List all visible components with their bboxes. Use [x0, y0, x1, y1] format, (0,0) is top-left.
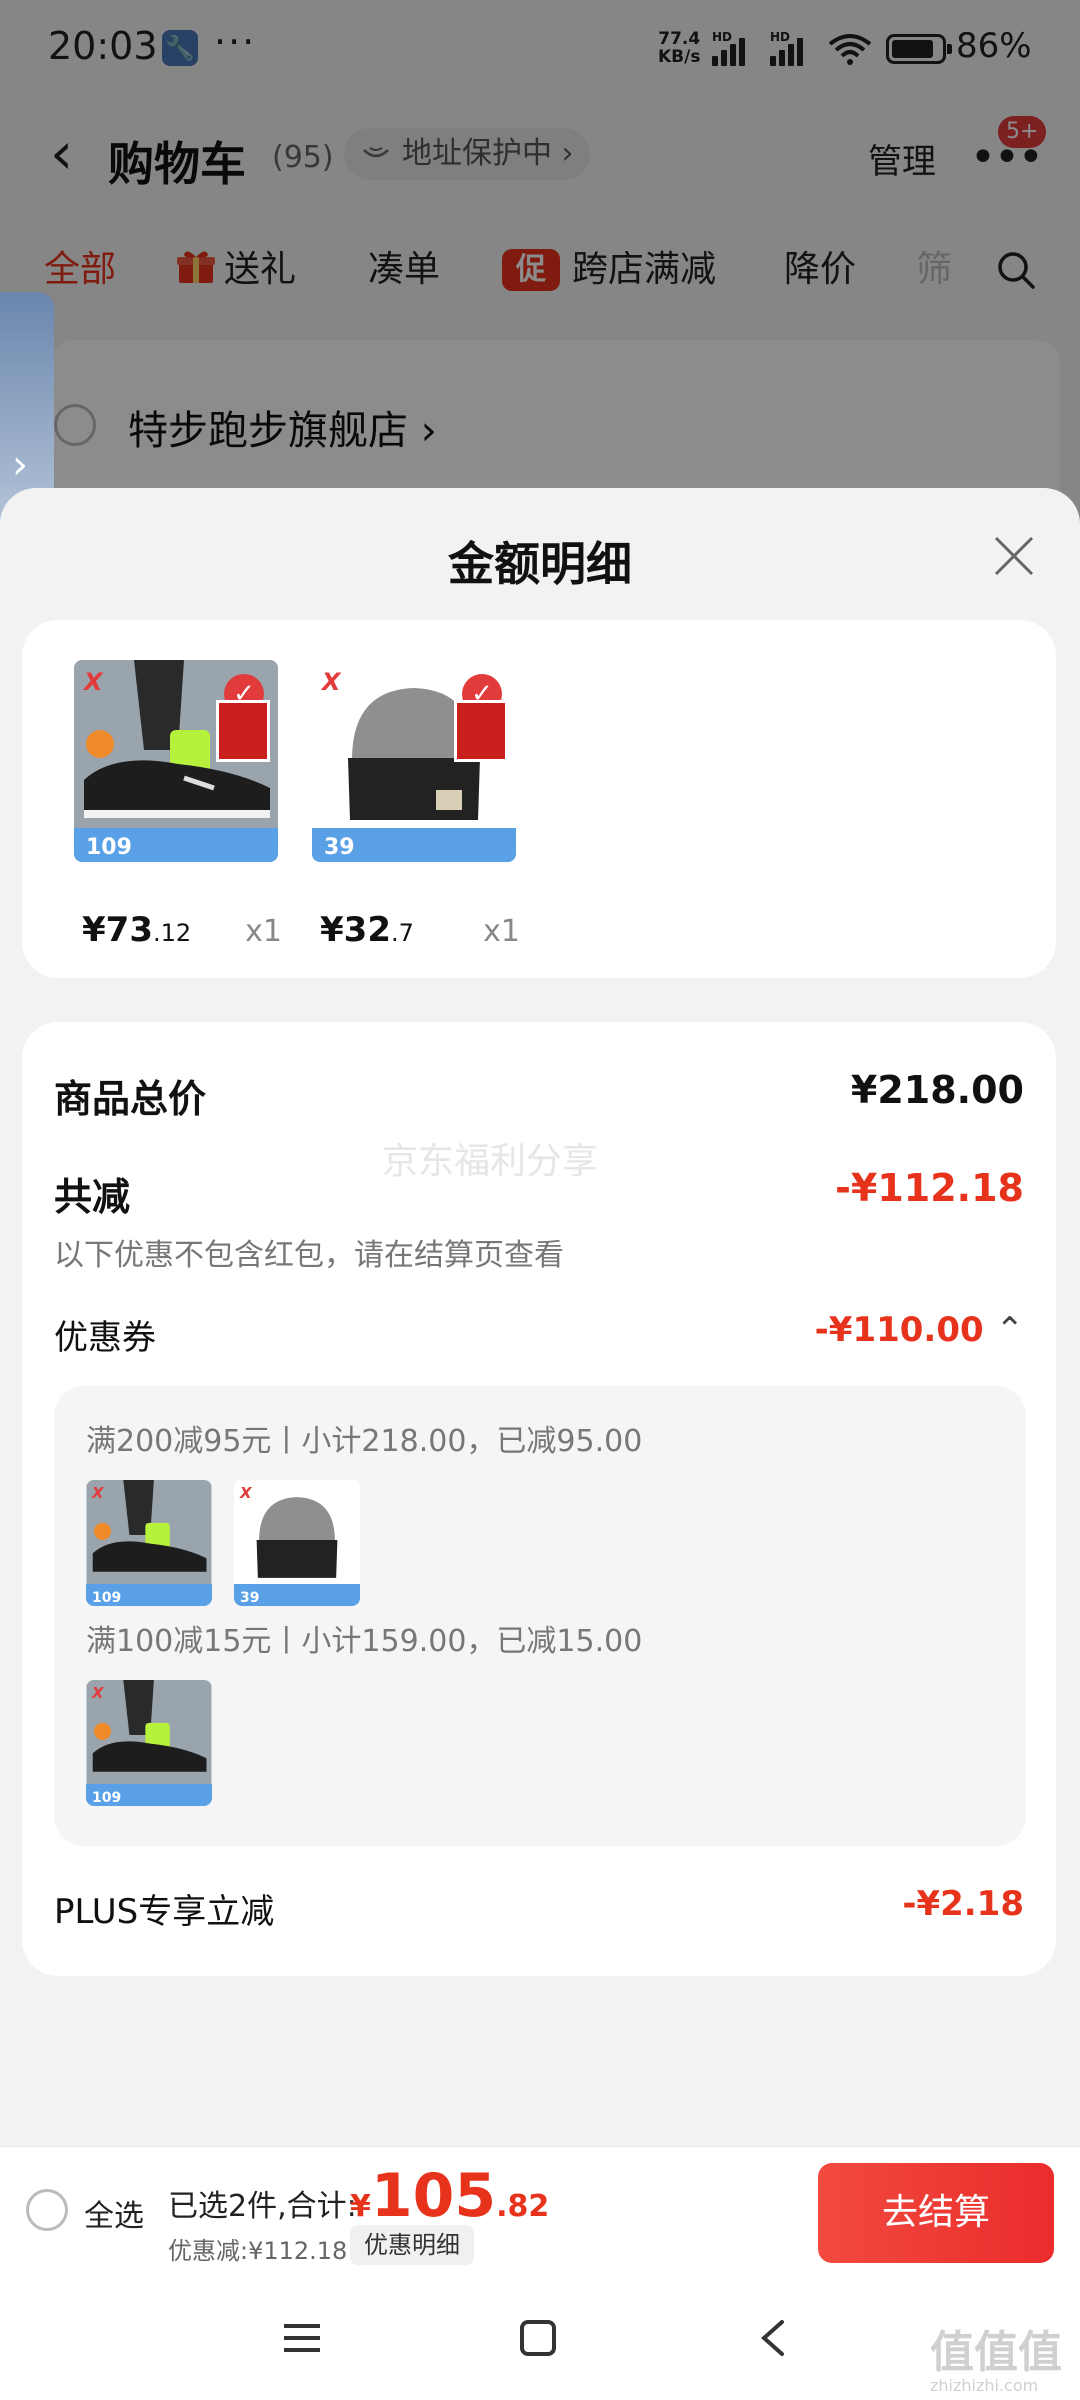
- product-price: ¥32.7: [320, 910, 414, 950]
- coupon-item-thumbnail: X 109: [86, 1680, 212, 1806]
- plus-label: PLUS专享立减: [54, 1892, 275, 1932]
- plus-value: -¥2.18: [902, 1884, 1024, 1924]
- price-strip-value: 39: [240, 1590, 260, 1606]
- reduce-note: 以下优惠不包含红包，请在结算页查看: [54, 1238, 564, 1273]
- price-strip: 39: [234, 1584, 360, 1606]
- coupon-item-thumbnail: X 109: [86, 1480, 212, 1606]
- product-price: ¥73.12: [82, 910, 191, 950]
- price-strip: 109: [74, 828, 278, 862]
- amount-detail-sheet: 金额明细 X ✓ 109 ¥73.12 x1 X ✓ 39 ¥32.7 x1 京…: [0, 488, 1080, 2400]
- price-strip: 109: [86, 1584, 212, 1606]
- coupon-row[interactable]: 优惠券 -¥110.00 ⌃: [54, 1310, 1024, 1358]
- sneaker-image: [86, 1680, 212, 1784]
- coupon-detail-box: 满200减95元丨小计218.00，已减95.00 X 109 X 39 满10…: [54, 1386, 1026, 1846]
- brand-logo: X: [92, 1484, 104, 1502]
- coupon-group-text: 满100减15元丨小计159.00，已减15.00: [86, 1624, 643, 1659]
- discount-detail-button[interactable]: 优惠明细: [350, 2225, 474, 2265]
- price-strip: 109: [86, 1784, 212, 1806]
- checkout-bar: 全选 已选2件,合计: ¥105.82 优惠减:¥112.18 优惠明细 去结算: [0, 2146, 1080, 2274]
- brand-logo: X: [84, 668, 103, 696]
- promo-badge-image: [454, 700, 508, 762]
- product-thumbnail: X ✓ 109: [74, 660, 278, 862]
- plus-row: PLUS专享立减 -¥2.18: [54, 1884, 1024, 1932]
- product-item[interactable]: X ✓ 39 ¥32.7 x1: [312, 660, 520, 950]
- selected-summary: 已选2件,合计:: [168, 2189, 357, 2224]
- coupon-value-text: -¥110.00: [814, 1310, 984, 1350]
- product-item[interactable]: X ✓ 109 ¥73.12 x1: [74, 660, 282, 950]
- price-strip-value: 109: [92, 1590, 122, 1606]
- total-currency: ¥: [350, 2189, 371, 2224]
- coupon-group-text: 满200减95元丨小计218.00，已减95.00: [86, 1424, 643, 1459]
- brand-logo: X: [322, 668, 341, 696]
- price-strip-value: 109: [92, 1790, 122, 1806]
- total-value: ¥218.00: [850, 1068, 1024, 1112]
- site-watermark-text: 值值值: [930, 2327, 1062, 2378]
- site-watermark-url: zhizhizhi.com: [930, 2376, 1039, 2395]
- selected-products: X ✓ 109 ¥73.12 x1 X ✓ 39 ¥32.7 x1: [22, 620, 1056, 978]
- brand-logo: X: [240, 1484, 252, 1502]
- knit-hat-image: [234, 1480, 360, 1584]
- sheet-title: 金额明细: [448, 537, 632, 591]
- chevron-right-icon: ›: [12, 442, 28, 488]
- product-qty: x1: [245, 914, 282, 949]
- reduce-label: 共减: [54, 1175, 131, 1219]
- close-icon[interactable]: [990, 532, 1038, 580]
- select-all-radio[interactable]: [26, 2189, 68, 2231]
- product-price-dec: .7: [390, 919, 414, 947]
- product-price-dec: .12: [152, 919, 192, 947]
- coupon-value: -¥110.00 ⌃: [815, 1310, 1024, 1350]
- site-watermark: 值值值 zhizhizhi.com: [930, 2316, 1062, 2395]
- select-all-label[interactable]: 全选: [84, 2191, 144, 2235]
- product-price-int: ¥32: [320, 910, 391, 950]
- total-dec: .82: [496, 2189, 550, 2224]
- chevron-up-icon[interactable]: ⌃: [996, 1310, 1025, 1350]
- coupon-item-thumbnail: X 39: [234, 1480, 360, 1606]
- sneaker-image: [86, 1480, 212, 1584]
- promo-badge-image: [216, 700, 270, 762]
- discount-summary: 优惠减:¥112.18: [168, 2237, 348, 2265]
- total-row: 商品总价 ¥218.00: [54, 1068, 1024, 1121]
- reduce-row: 共减 -¥112.18: [54, 1166, 1024, 1219]
- menu-icon[interactable]: [282, 2318, 322, 2358]
- checkout-button[interactable]: 去结算: [818, 2163, 1054, 2263]
- coupon-label: 优惠券: [54, 1318, 156, 1358]
- price-strip-value: 39: [324, 835, 355, 860]
- product-price-int: ¥73: [82, 910, 153, 950]
- system-nav-bar: [0, 2274, 1080, 2400]
- home-icon[interactable]: [518, 2318, 558, 2358]
- price-strip: 39: [312, 828, 516, 862]
- price-strip-value: 109: [86, 835, 132, 860]
- reduce-value: -¥112.18: [835, 1166, 1024, 1210]
- product-thumbnail: X ✓ 39: [312, 660, 516, 862]
- total-price: ¥105.82: [350, 2161, 549, 2231]
- total-label: 商品总价: [54, 1077, 207, 1121]
- back-nav-icon[interactable]: [754, 2318, 794, 2358]
- amount-breakdown: 京东福利分享 商品总价 ¥218.00 共减 -¥112.18 以下优惠不包含红…: [22, 1022, 1056, 1976]
- total-int: 105: [370, 2161, 497, 2231]
- product-qty: x1: [483, 914, 520, 949]
- brand-logo: X: [92, 1684, 104, 1702]
